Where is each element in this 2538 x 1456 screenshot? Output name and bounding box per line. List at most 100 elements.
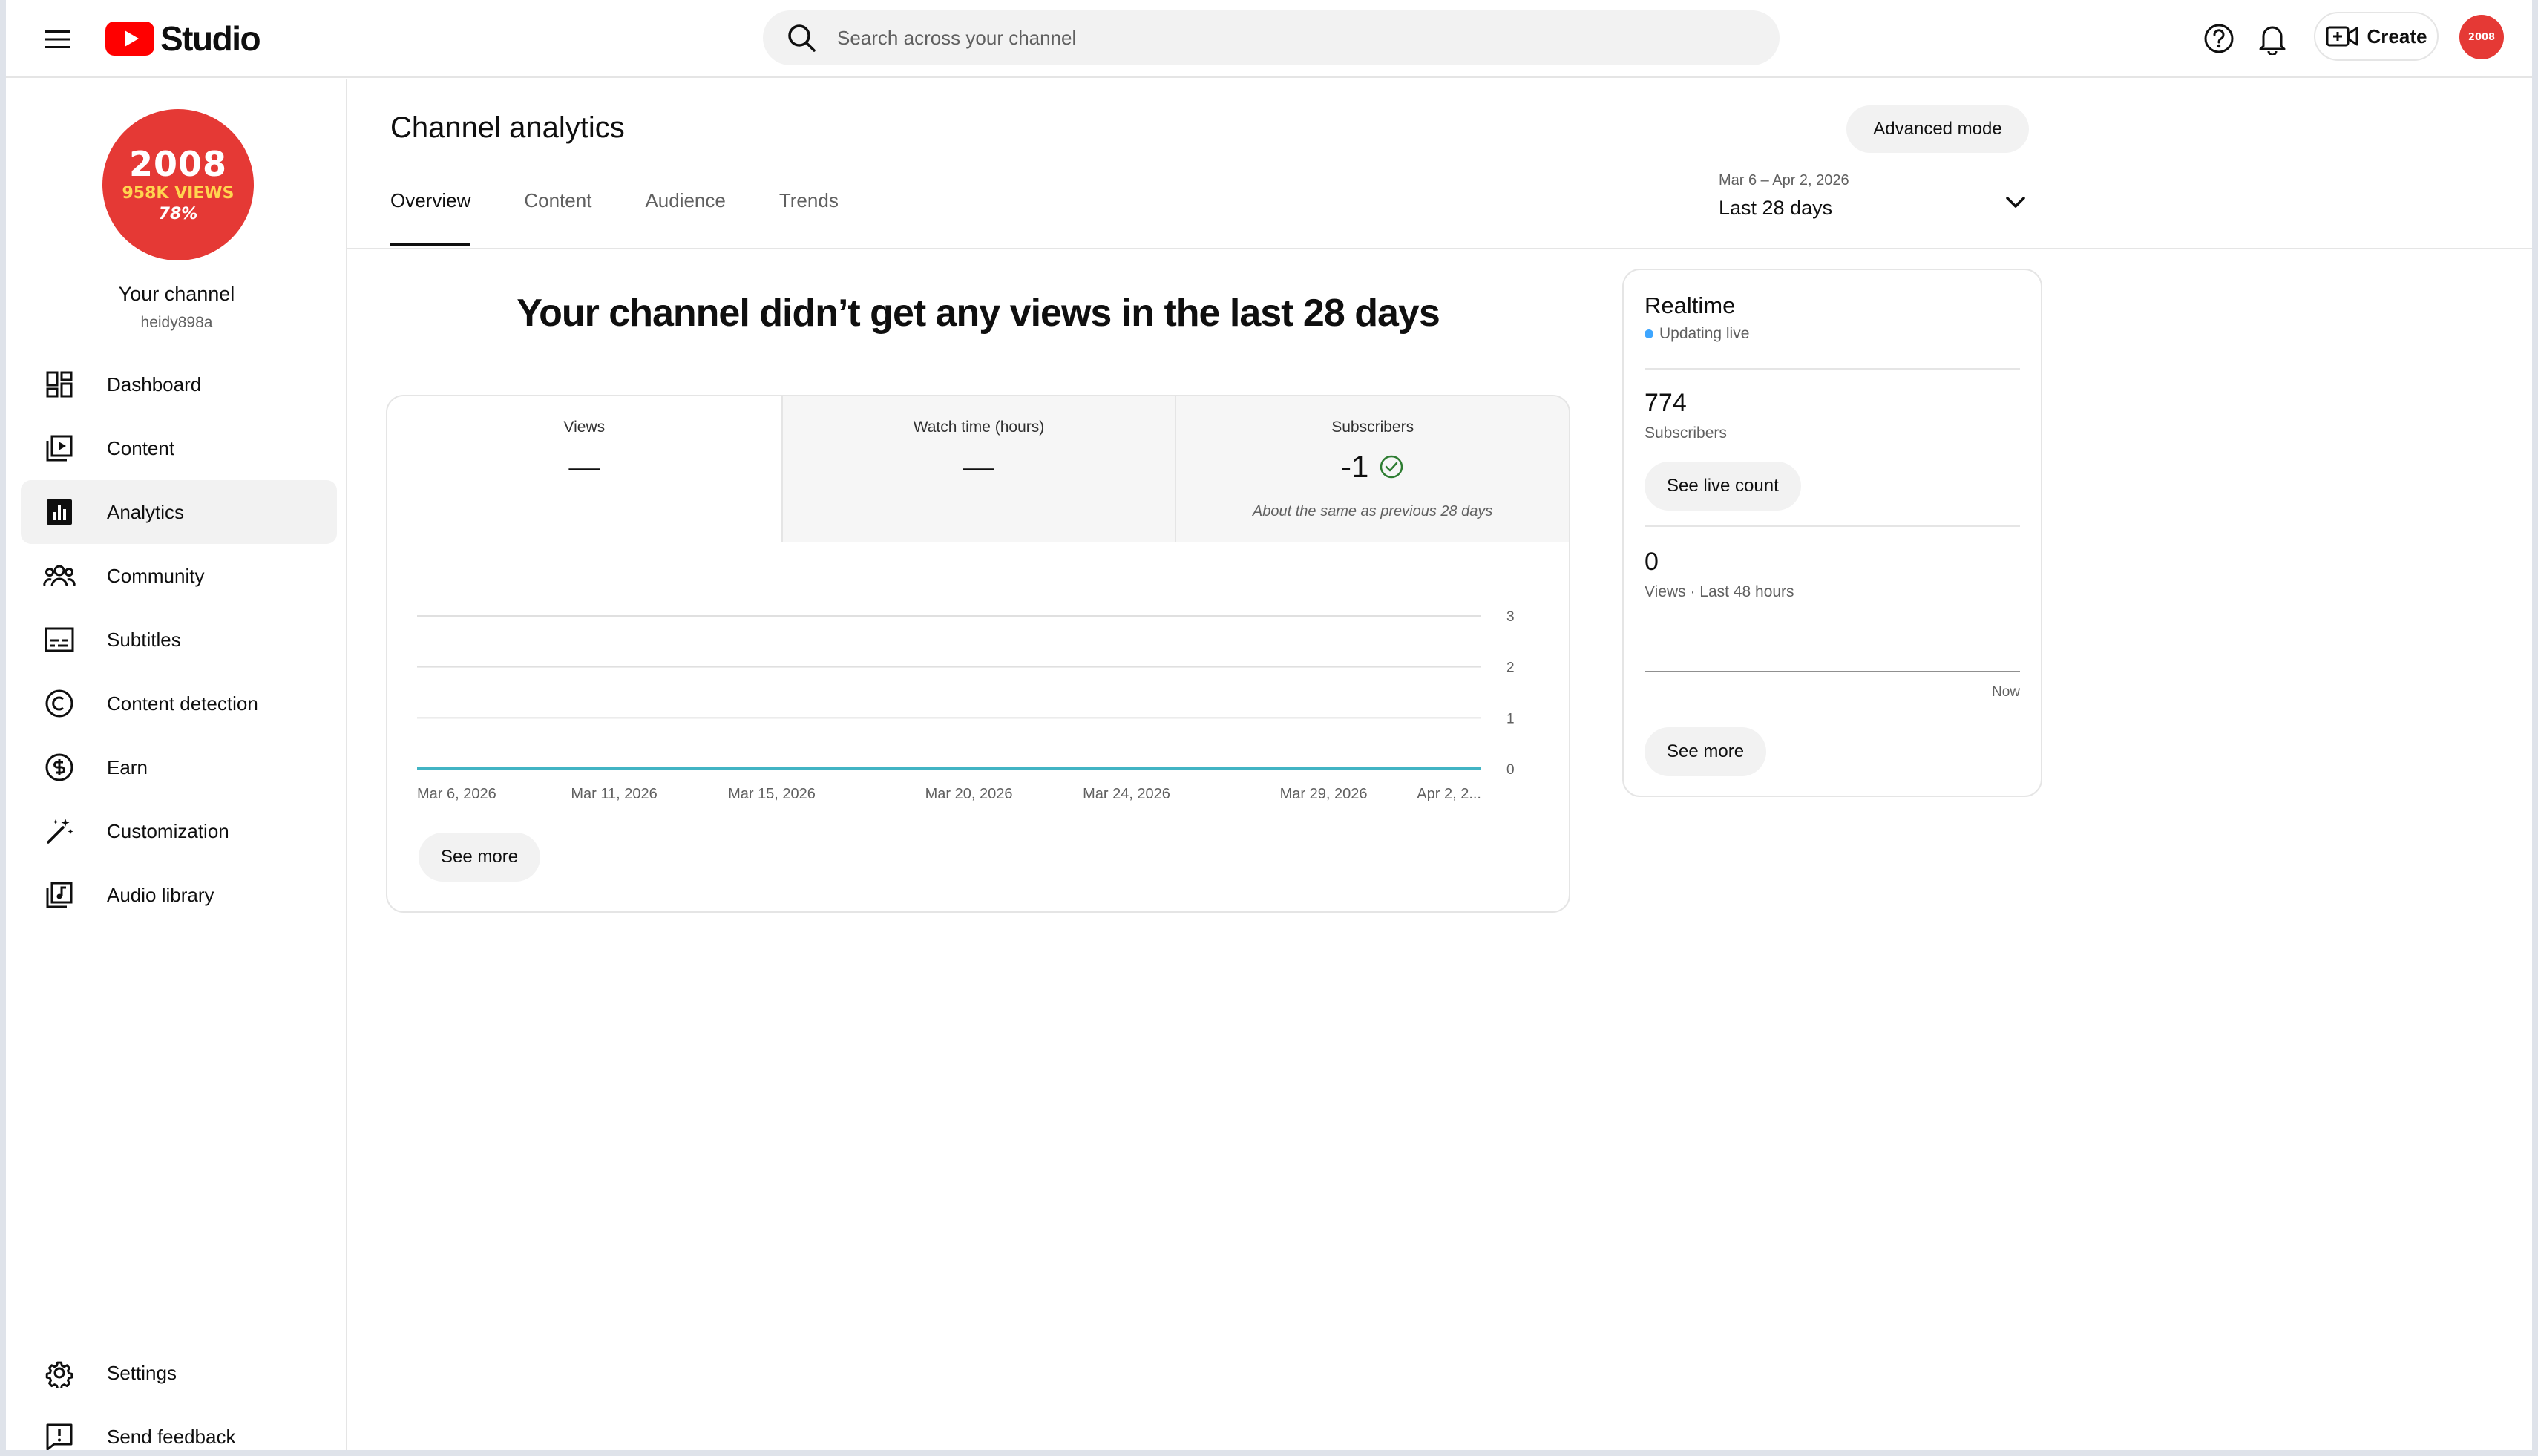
sidebar-item-community[interactable]: Community <box>21 544 337 608</box>
realtime-now-label: Now <box>1991 684 2020 700</box>
sidebar-item-earn[interactable]: Earn <box>21 735 337 799</box>
feedback-icon <box>42 1419 77 1450</box>
audio-library-icon <box>42 877 77 913</box>
tab-audience[interactable]: Audience <box>645 189 725 249</box>
avatar-views: 958K VIEWS <box>122 184 235 203</box>
notifications-bell-icon[interactable] <box>2253 19 2292 58</box>
avatar-year: 2008 <box>128 144 228 184</box>
check-circle-icon <box>1380 455 1403 479</box>
avatar-percent: 78% <box>158 205 198 223</box>
sidebar-item-content-detection[interactable]: Content detection <box>21 672 337 735</box>
logo-text: Studio <box>160 19 261 58</box>
tab-trends[interactable]: Trends <box>779 189 839 249</box>
copyright-icon <box>42 686 77 721</box>
x-tick-label: Apr 2, 2... <box>1417 786 1481 802</box>
sidebar-item-audio-library[interactable]: Audio library <box>21 863 337 927</box>
sidebar-item-send-feedback[interactable]: Send feedback <box>21 1405 337 1450</box>
realtime-status: Updating live <box>1645 325 1749 343</box>
channel-handle: heidy898a <box>140 314 213 331</box>
x-tick-label: Mar 15, 2026 <box>728 786 816 802</box>
no-views-headline: Your channel didn’t get any views in the… <box>517 292 1440 335</box>
create-button[interactable]: Create <box>2314 12 2439 61</box>
dashboard-icon <box>42 367 77 402</box>
chevron-down-icon[interactable] <box>2001 187 2030 217</box>
subtitles-icon <box>42 622 77 658</box>
metric-views[interactable]: Views — <box>387 396 781 542</box>
magic-wand-icon <box>42 813 77 849</box>
analytics-icon <box>42 494 77 530</box>
live-dot-icon <box>1645 329 1653 338</box>
sidebar-item-subtitles[interactable]: Subtitles <box>21 608 337 672</box>
tab-content[interactable]: Content <box>524 189 591 249</box>
studio-logo[interactable]: Studio <box>105 16 261 61</box>
gear-icon <box>42 1355 77 1391</box>
metric-subscribers[interactable]: Subscribers -1 About the same as previou… <box>1175 396 1569 542</box>
content-icon <box>42 430 77 466</box>
account-avatar[interactable]: 2008 <box>2459 15 2504 59</box>
metric-tabs: Views — Watch time (hours) — Subscribers… <box>387 396 1569 542</box>
sidebar-item-settings[interactable]: Settings <box>21 1341 337 1405</box>
sidebar-item-label: Content <box>107 436 175 459</box>
sidebar-item-label: Earn <box>107 755 148 778</box>
realtime-card: Realtime Updating live 774 Subscribers S… <box>1622 269 2042 797</box>
search-input[interactable] <box>837 26 1728 50</box>
x-tick-label: Mar 11, 2026 <box>571 786 657 802</box>
realtime-subscribers-value: 774 <box>1645 389 1687 417</box>
sidebar-item-label: Community <box>107 564 205 587</box>
x-tick-label: Mar 29, 2026 <box>1280 786 1368 802</box>
x-tick-label: Mar 6, 2026 <box>417 786 496 802</box>
dollar-icon <box>42 750 77 785</box>
sidebar-item-label: Customization <box>107 819 229 842</box>
advanced-mode-button[interactable]: Advanced mode <box>1846 105 2029 153</box>
date-range-dates: Mar 6 – Apr 2, 2026 <box>1719 172 1849 188</box>
metric-value: — <box>568 449 600 484</box>
search-icon[interactable] <box>785 22 818 54</box>
y-tick-label: 0 <box>1506 762 1515 778</box>
realtime-views-value: 0 <box>1645 548 1659 576</box>
x-tick-label: Mar 20, 2026 <box>925 786 1013 802</box>
sidebar-item-content[interactable]: Content <box>21 416 337 480</box>
help-icon[interactable] <box>2200 19 2238 58</box>
realtime-chart-baseline <box>1645 671 2020 672</box>
metric-value: — <box>963 449 994 484</box>
sidebar-item-label: Subtitles <box>107 628 181 651</box>
divider <box>1645 368 2020 370</box>
metric-label: Views <box>563 419 606 436</box>
metric-label: Subscribers <box>1331 419 1414 436</box>
metric-value: -1 <box>1340 449 1369 484</box>
y-tick-label: 1 <box>1506 711 1515 727</box>
sidebar-item-label: Analytics <box>107 500 185 523</box>
avatar-year-small: 2008 <box>2468 31 2496 43</box>
channel-avatar[interactable]: 2008 958K VIEWS 78% <box>102 109 254 260</box>
sidebar-bottom-nav: Settings Send feedback <box>21 1341 337 1450</box>
sidebar-item-analytics[interactable]: Analytics <box>21 480 337 544</box>
analytics-tabs: Overview Content Audience Trends <box>390 189 892 249</box>
see-live-count-button[interactable]: See live count <box>1645 462 1801 511</box>
views-line-chart: 0 1 2 3 Mar 6, 2026 Mar 11, 2026 Mar 15, 2026 M… <box>417 609 1515 802</box>
sidebar-item-label: Dashboard <box>107 373 202 396</box>
page-title: Channel analytics <box>390 111 625 144</box>
sidebar-nav: Dashboard Content Analytics Community Su… <box>21 352 337 927</box>
left-sidebar: 2008 958K VIEWS 78% Your channel heidy89… <box>6 79 347 1450</box>
see-more-button[interactable]: See more <box>419 833 541 882</box>
tab-overview[interactable]: Overview <box>390 189 471 249</box>
sidebar-item-label: Audio library <box>107 883 214 906</box>
metric-watch-time[interactable]: Watch time (hours) — <box>781 396 1175 542</box>
youtube-logo-icon <box>105 22 154 56</box>
sidebar-item-dashboard[interactable]: Dashboard <box>21 352 337 416</box>
studio-window: Studio Create 2008 2008 958K VIEWS 78% Y… <box>6 0 2532 1450</box>
metrics-card: Views — Watch time (hours) — Subscribers… <box>386 395 1570 913</box>
sidebar-item-label: Settings <box>107 1361 177 1384</box>
x-tick-label: Mar 24, 2026 <box>1083 786 1170 802</box>
menu-icon[interactable] <box>39 21 76 58</box>
sidebar-item-customization[interactable]: Customization <box>21 799 337 863</box>
realtime-status-label: Updating live <box>1659 325 1750 342</box>
channel-name[interactable]: Your channel <box>6 283 347 306</box>
date-range-picker[interactable]: Mar 6 – Apr 2, 2026 Last 28 days <box>1719 172 2030 220</box>
date-range-label: Last 28 days <box>1719 197 1833 219</box>
realtime-see-more-button[interactable]: See more <box>1645 727 1767 776</box>
realtime-views-label: Views · Last 48 hours <box>1645 583 1794 600</box>
top-header: Studio Create 2008 <box>6 0 2532 78</box>
create-video-icon <box>2326 26 2358 47</box>
search-bar[interactable] <box>763 10 1780 65</box>
